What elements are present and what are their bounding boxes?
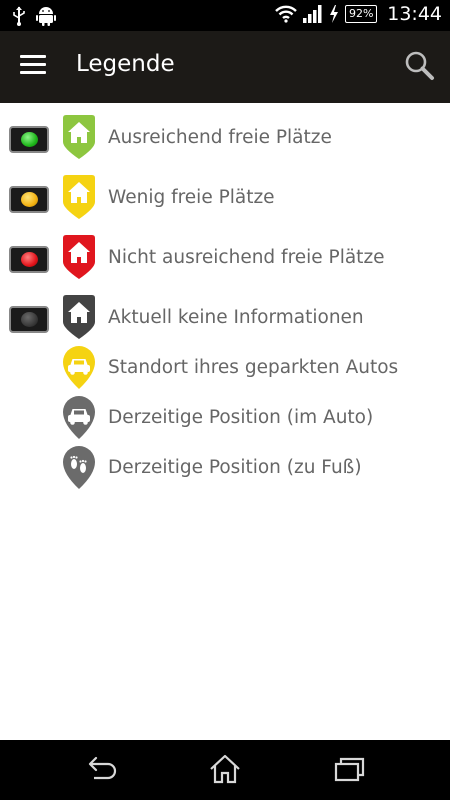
- traffic-light-red-icon: [9, 246, 49, 273]
- android-icon: [36, 7, 56, 26]
- wifi-icon: [275, 5, 298, 23]
- car-position-pin-icon: [63, 396, 95, 439]
- legend-list: Ausreichend freie Plätze Wenig freie Plä…: [0, 103, 450, 740]
- legend-item-green: Ausreichend freie Plätze: [0, 114, 450, 164]
- back-icon[interactable]: [82, 752, 122, 788]
- legend-item-parked-car: Standort ihres geparkten Autos: [0, 344, 450, 394]
- legend-item-no-info: Aktuell keine Informationen: [0, 294, 450, 344]
- house-pin-dark-icon: [63, 295, 95, 339]
- legend-label: Derzeitige Position (zu Fuß): [108, 457, 362, 478]
- house-pin-red-icon: [63, 235, 95, 279]
- parked-car-pin-icon: [63, 346, 95, 389]
- traffic-light-yellow-icon: [9, 186, 49, 213]
- house-pin-yellow-icon: [63, 175, 95, 219]
- battery-icon: 92%: [345, 5, 378, 23]
- page-title: Legende: [76, 51, 175, 77]
- status-bar-notifications: [12, 5, 56, 27]
- legend-item-position-foot: Derzeitige Position (zu Fuß): [0, 444, 450, 494]
- legend-item-yellow: Wenig freie Plätze: [0, 174, 450, 224]
- navigation-bar: [0, 740, 450, 800]
- status-bar: 92% 13:44: [0, 0, 450, 31]
- footprints-pin-icon: [63, 446, 95, 489]
- clock: 13:44: [387, 3, 442, 25]
- charging-icon: [330, 5, 339, 23]
- house-pin-green-icon: [63, 115, 95, 159]
- recent-apps-icon[interactable]: [330, 752, 370, 788]
- status-bar-system: 92% 13:44: [275, 3, 442, 25]
- legend-label: Nicht ausreichend freie Plätze: [108, 247, 385, 268]
- legend-label: Derzeitige Position (im Auto): [108, 407, 374, 428]
- home-icon[interactable]: [205, 752, 245, 788]
- traffic-light-off-icon: [9, 306, 49, 333]
- app-bar: Legende: [0, 31, 450, 103]
- signal-icon: [303, 5, 322, 23]
- legend-item-position-car: Derzeitige Position (im Auto): [0, 394, 450, 444]
- legend-label: Ausreichend freie Plätze: [108, 127, 332, 148]
- legend-label: Standort ihres geparkten Autos: [108, 357, 399, 378]
- battery-level: 92%: [349, 7, 374, 20]
- hamburger-menu-icon[interactable]: [20, 55, 48, 79]
- search-icon[interactable]: [404, 50, 436, 82]
- usb-icon: [13, 6, 25, 26]
- traffic-light-green-icon: [9, 126, 49, 153]
- legend-item-red: Nicht ausreichend freie Plätze: [0, 234, 450, 284]
- legend-label: Aktuell keine Informationen: [108, 307, 364, 328]
- legend-label: Wenig freie Plätze: [108, 187, 275, 208]
